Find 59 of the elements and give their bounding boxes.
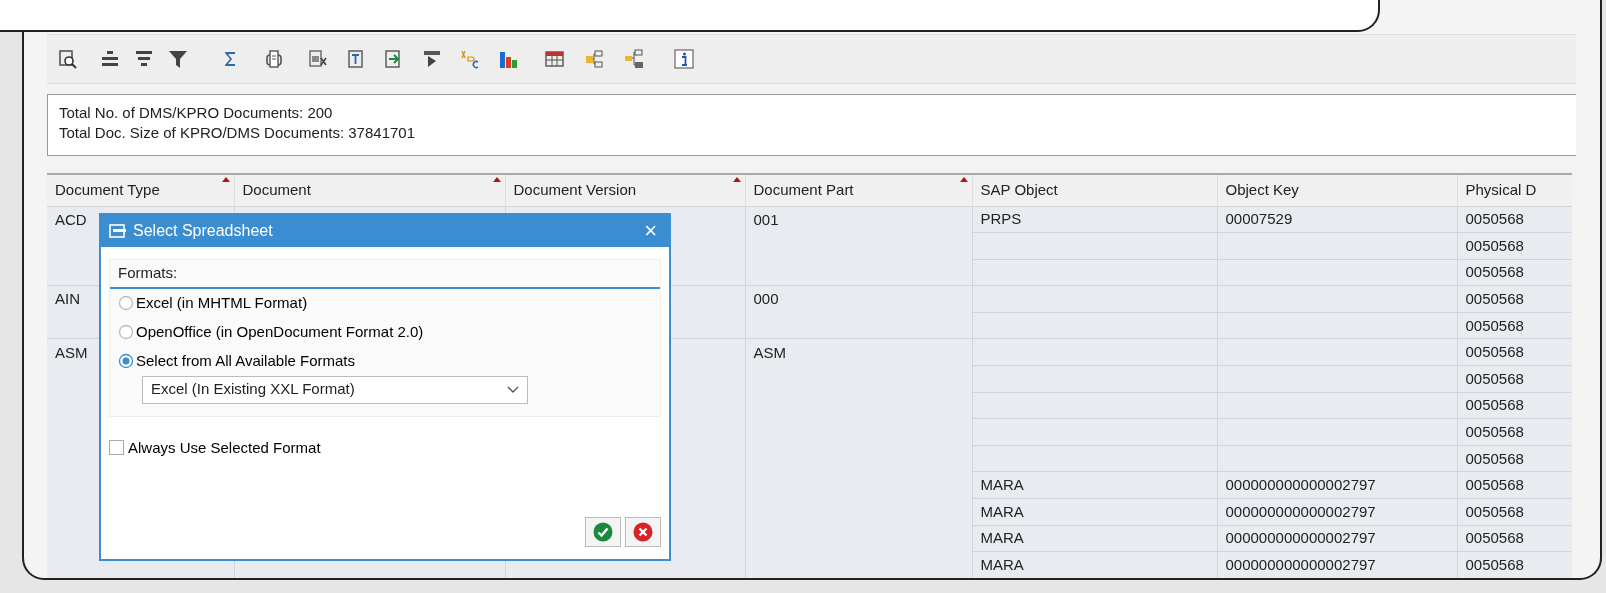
table-cell: 0050568 (1457, 445, 1572, 472)
confirm-button[interactable] (585, 517, 621, 547)
table-cell: 0050568 (1457, 392, 1572, 419)
column-header[interactable]: SAP Object (972, 175, 1217, 206)
table-cell: ASM (745, 338, 972, 366)
table-cell: 0050568 (1457, 498, 1572, 526)
table-cell: MARA (972, 525, 1217, 552)
close-button[interactable]: × (640, 220, 661, 242)
radio-button[interactable] (118, 353, 134, 369)
print-icon[interactable] (263, 48, 285, 70)
column-header[interactable]: Document (234, 175, 505, 206)
table-cell: 0050568 (1457, 418, 1572, 446)
group-label: Formats: (110, 260, 660, 289)
table-cell: 0050568 (1457, 471, 1572, 499)
summary-text: Total Doc. Size of KPRO/DMS Documents: 37841701 (59, 123, 416, 143)
table-cell: 0050568 (1457, 365, 1572, 393)
chevron-down-icon (507, 385, 519, 394)
table-cell: MARA (972, 551, 1217, 578)
filter-icon[interactable] (167, 48, 189, 70)
checkbox-option[interactable]: Always Use Selected Format (109, 436, 321, 459)
checkmark-icon (593, 522, 613, 542)
table-cell: 000000000000002797 (1217, 471, 1457, 499)
summary-text: Total No. of DMS/KPRO Documents: 200 (59, 103, 334, 123)
table-cell: 0050568 (1457, 232, 1572, 260)
details-icon[interactable] (57, 48, 79, 70)
column-header[interactable]: Object Key (1217, 175, 1457, 206)
table-cell: 000 (745, 285, 972, 313)
cancel-button[interactable] (625, 517, 661, 547)
window-icon (109, 224, 127, 238)
info-icon[interactable] (673, 48, 695, 70)
table-cell: 0050568 (1457, 312, 1572, 339)
column-header[interactable]: Document Part (745, 175, 972, 206)
column-header[interactable]: Physical D (1457, 175, 1572, 206)
column-header[interactable]: Document Type (47, 175, 234, 206)
table-cell: 000000000000002797 (1217, 525, 1457, 552)
table-icon[interactable] (543, 48, 565, 70)
table-cell: 001 (745, 206, 972, 233)
table-cell: PRPS (972, 206, 1217, 233)
table-cell: 00007529 (1217, 206, 1457, 233)
table-cell: 0050568 (1457, 206, 1572, 233)
checkbox[interactable] (109, 440, 124, 456)
column-header[interactable]: Document Version (505, 175, 745, 206)
table-cell: MARA (972, 498, 1217, 526)
table-cell: 0050568 (1457, 525, 1572, 552)
cancel-icon (633, 522, 653, 542)
table-cell: 0050568 (1457, 551, 1572, 578)
table-cell: 000000000000002797 (1217, 498, 1457, 526)
table-cell: 000000000000002797 (1217, 551, 1457, 578)
table-cell: MARA (972, 471, 1217, 499)
hierarchy-icon[interactable] (583, 48, 605, 70)
table-cell: 0050568 (1457, 338, 1572, 366)
spreadsheet-icon[interactable] (307, 48, 329, 70)
table-cell: 0050568 (1457, 259, 1572, 286)
table-cell: 0050568 (1457, 285, 1572, 313)
layout-icon[interactable] (421, 48, 443, 70)
radio-button[interactable] (118, 295, 134, 311)
radio-button[interactable] (118, 324, 134, 340)
tree-icon[interactable] (623, 48, 645, 70)
format-dropdown[interactable]: Excel (In Existing XXL Format) (142, 375, 528, 404)
